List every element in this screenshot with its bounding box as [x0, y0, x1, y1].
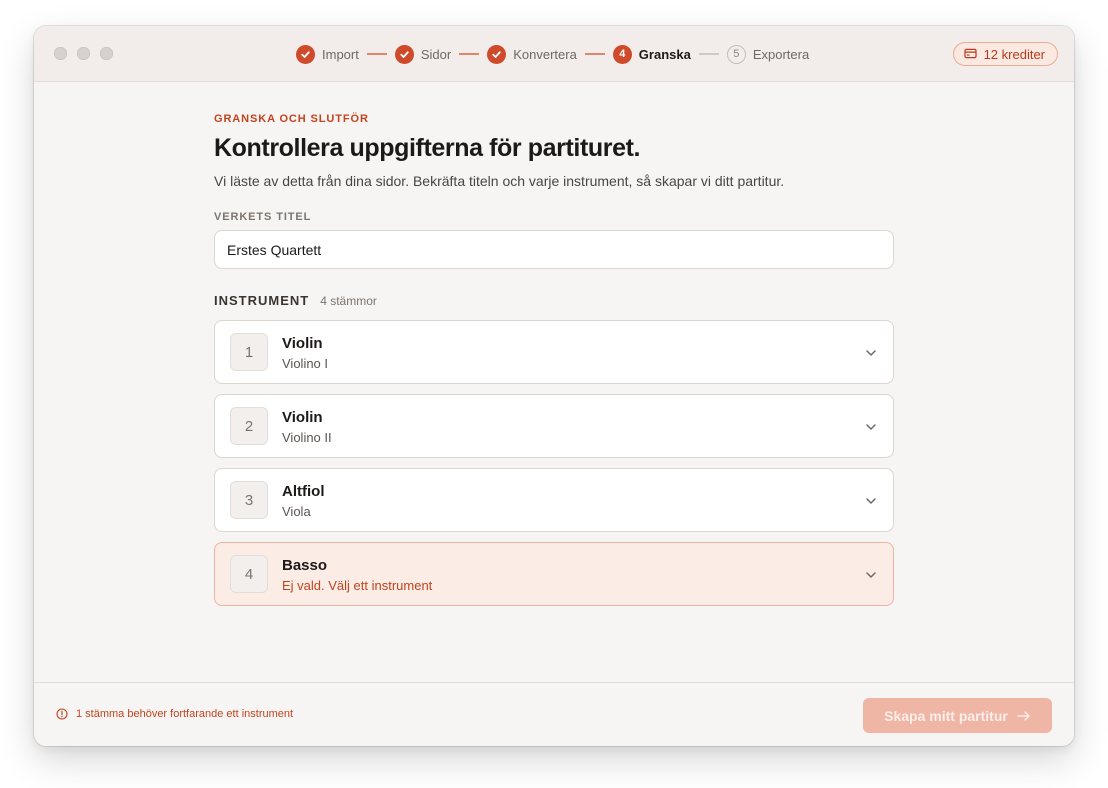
- title-bar: Import Sidor Konvertera 4 Granska 5 Expo…: [34, 26, 1074, 82]
- step-granska: 4 Granska: [612, 44, 691, 64]
- app-window: Import Sidor Konvertera 4 Granska 5 Expo…: [34, 26, 1074, 746]
- step-label: Sidor: [420, 46, 452, 62]
- instrument-number: 3: [230, 481, 268, 519]
- step-label: Granska: [638, 46, 691, 62]
- progress-stepper: Import Sidor Konvertera 4 Granska 5 Expo…: [296, 44, 809, 64]
- instrument-row-needs-selection[interactable]: 4 Basso Ej vald. Välj ett instrument: [214, 542, 894, 606]
- arrow-right-icon: [1017, 710, 1030, 721]
- credit-card-icon: [963, 47, 977, 62]
- work-title-label: VERKETS TITEL: [214, 211, 312, 223]
- instrument-number: 4: [230, 555, 268, 593]
- instrument-row[interactable]: 3 Altfiol Viola: [214, 468, 894, 532]
- step-connector: [698, 53, 719, 55]
- check-icon: [296, 44, 315, 64]
- credits-badge[interactable]: 12 krediter: [952, 42, 1058, 66]
- chevron-down-icon[interactable]: [863, 345, 879, 361]
- instrument-section-title: INSTRUMENT: [214, 293, 310, 308]
- credits-label: 12 krediter: [983, 46, 1045, 62]
- instrument-row[interactable]: 1 Violin Violino I: [214, 320, 894, 384]
- instrument-name: Violin: [282, 409, 323, 426]
- instrument-warning-text: Ej vald. Välj ett instrument: [282, 578, 433, 593]
- page-subtitle: Vi läste av detta från dina sidor. Bekrä…: [214, 173, 785, 189]
- step-label: Import: [322, 46, 359, 62]
- chevron-down-icon[interactable]: [863, 493, 879, 509]
- instrument-number: 2: [230, 407, 268, 445]
- page-eyebrow: GRANSKA OCH SLUTFÖR: [214, 113, 369, 125]
- close-window-button[interactable]: [54, 47, 67, 60]
- step-import[interactable]: Import: [296, 44, 359, 64]
- step-label: Konvertera: [513, 46, 577, 62]
- step-exportera: 5 Exportera: [726, 44, 810, 64]
- instrument-part-name: Viola: [282, 504, 311, 519]
- step-number: 4: [612, 44, 632, 64]
- work-title-input[interactable]: [214, 230, 894, 269]
- footer-warning: 1 stämma behöver fortfarande ett instrum…: [56, 708, 293, 720]
- step-label: Exportera: [752, 46, 810, 62]
- step-connector: [459, 53, 480, 55]
- create-score-label: Skapa mitt partitur: [884, 707, 1008, 724]
- instrument-row[interactable]: 2 Violin Violino II: [214, 394, 894, 458]
- instrument-section-header: INSTRUMENT 4 stämmor: [214, 293, 377, 308]
- instrument-name: Basso: [282, 557, 328, 574]
- chevron-down-icon[interactable]: [863, 419, 879, 435]
- instrument-list: 1 Violin Violino I 2 Violin Violino II 3…: [214, 320, 894, 616]
- step-connector: [584, 53, 605, 55]
- instrument-part-name: Violino II: [282, 430, 332, 445]
- instrument-name: Altfiol: [282, 483, 325, 500]
- create-score-button[interactable]: Skapa mitt partitur: [863, 698, 1052, 733]
- step-konvertera[interactable]: Konvertera: [487, 44, 577, 64]
- check-icon: [487, 44, 507, 64]
- minimize-window-button[interactable]: [77, 47, 90, 60]
- page-title: Kontrollera uppgifterna för partituret.: [214, 134, 641, 162]
- footer-warning-text: 1 stämma behöver fortfarande ett instrum…: [76, 708, 294, 720]
- instrument-part-name: Violino I: [282, 356, 329, 371]
- chevron-down-icon[interactable]: [863, 567, 879, 583]
- footer-bar: 1 stämma behöver fortfarande ett instrum…: [34, 682, 1074, 746]
- step-sidor[interactable]: Sidor: [394, 44, 452, 64]
- instrument-count: 4 stämmor: [320, 294, 377, 308]
- step-connector: [366, 53, 387, 55]
- alert-circle-icon: [56, 708, 68, 720]
- instrument-name: Violin: [282, 335, 323, 352]
- step-number: 5: [726, 44, 746, 64]
- instrument-number: 1: [230, 333, 268, 371]
- check-icon: [394, 44, 414, 64]
- zoom-window-button[interactable]: [100, 47, 113, 60]
- window-controls: [54, 47, 113, 60]
